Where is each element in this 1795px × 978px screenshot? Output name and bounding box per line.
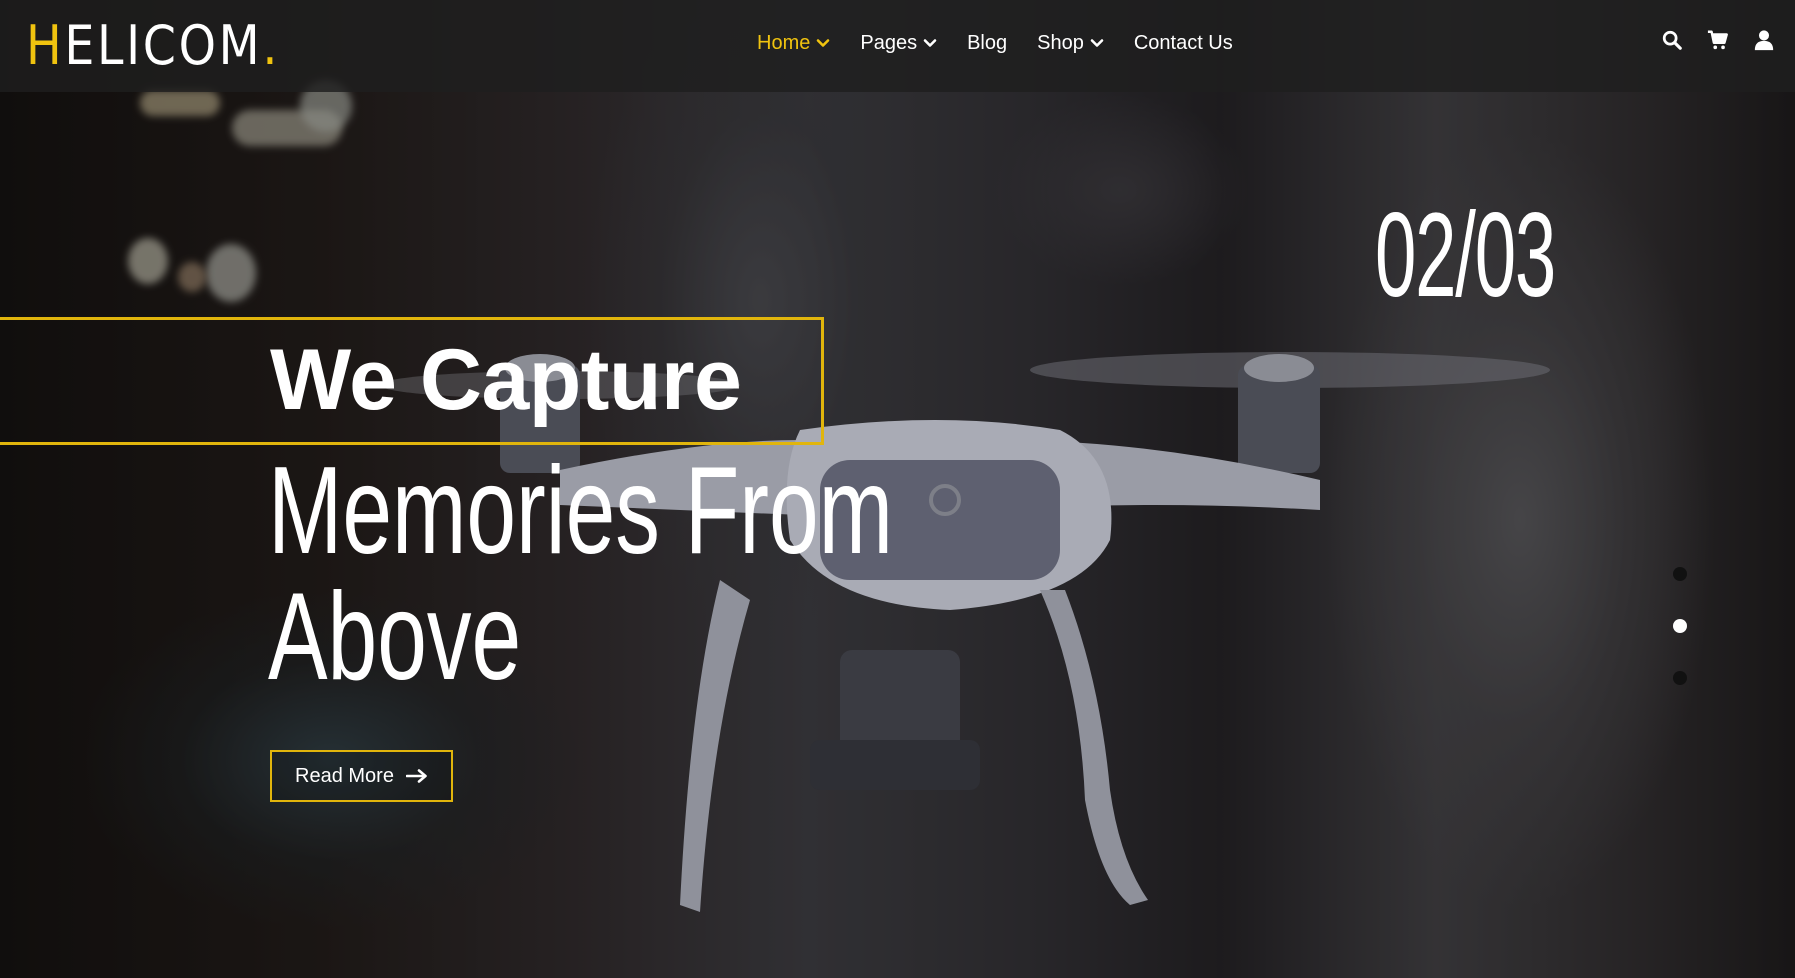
slider-dot-2[interactable] — [1673, 619, 1687, 633]
nav-item-label: Home — [757, 32, 811, 54]
slide-counter: 02/03 — [1375, 188, 1556, 322]
hero-subtitle-line-1: Memories From — [268, 442, 894, 580]
nav-item-pages[interactable]: Pages — [860, 28, 937, 58]
nav-item-shop[interactable]: Shop — [1037, 28, 1104, 58]
main-nav: Home Pages Blog Shop Contact Us — [757, 28, 1263, 58]
nav-item-label: Contact Us — [1133, 32, 1233, 54]
hero-title: We Capture — [270, 332, 742, 428]
slider-dot-1[interactable] — [1673, 567, 1687, 581]
logo-dot: . — [262, 14, 281, 77]
user-icon[interactable] — [1753, 28, 1775, 52]
nav-item-blog[interactable]: Blog — [967, 28, 1007, 58]
chevron-down-icon — [1090, 39, 1104, 47]
brand-logo[interactable]: HELICOM. — [26, 16, 280, 76]
hero-subtitle-line-2: Above — [268, 568, 522, 706]
search-icon[interactable] — [1661, 28, 1683, 52]
logo-text: ELICOM — [64, 14, 263, 77]
hero-subtitle: Memories From Above — [268, 448, 893, 700]
read-more-label: Read More — [295, 764, 394, 787]
chevron-down-icon — [923, 39, 937, 47]
nav-item-label: Shop — [1037, 32, 1084, 54]
site-header: HELICOM. Home Pages Blog Shop Contact Us — [0, 0, 1795, 92]
cart-icon[interactable] — [1707, 28, 1729, 52]
nav-item-home[interactable]: Home — [757, 28, 830, 58]
chevron-down-icon — [817, 39, 830, 47]
read-more-button[interactable]: Read More — [270, 750, 453, 802]
nav-item-label: Blog — [967, 32, 1008, 54]
logo-first-letter: H — [26, 14, 65, 77]
nav-item-contact-us[interactable]: Contact Us — [1134, 28, 1233, 58]
header-actions — [1661, 28, 1775, 52]
slider-dot-3[interactable] — [1673, 671, 1687, 685]
nav-item-label: Pages — [860, 32, 918, 54]
arrow-right-icon — [405, 769, 427, 783]
